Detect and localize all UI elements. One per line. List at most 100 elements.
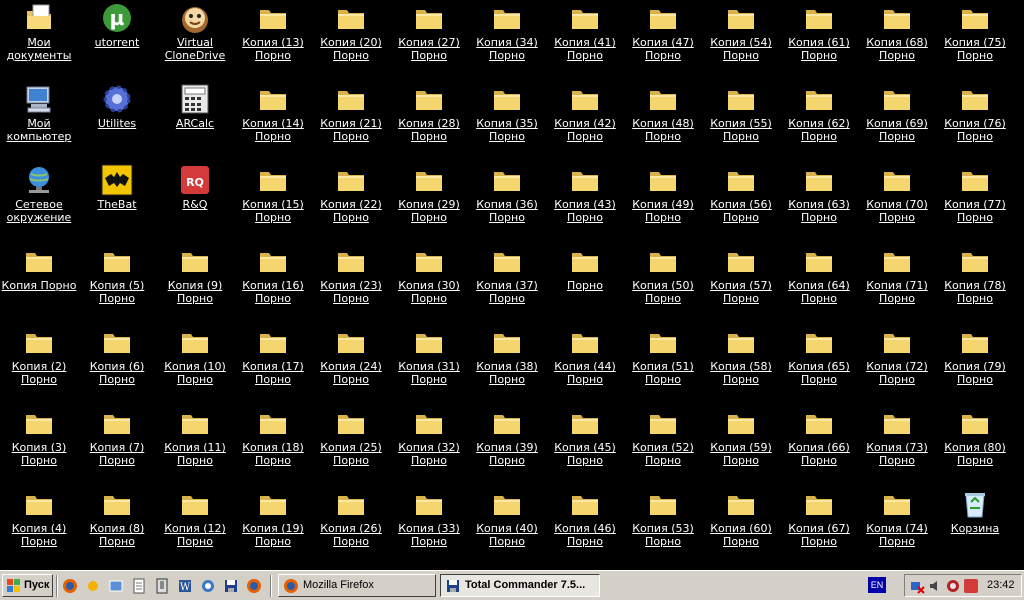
desktop-folder-icon[interactable]: Копия (16) Порно: [234, 243, 312, 317]
desktop-folder-icon[interactable]: Копия (26) Порно: [312, 486, 390, 560]
rq-icon[interactable]: [963, 578, 979, 594]
desktop-icon-rq[interactable]: RQ R&Q: [156, 162, 234, 236]
desktop-folder-icon[interactable]: Копия (27) Порно: [390, 0, 468, 74]
desktop-folder-icon[interactable]: Копия (7) Порно: [78, 405, 156, 479]
desktop-folder-icon[interactable]: Копия (74) Порно: [858, 486, 936, 560]
desktop-icon-recycle-bin[interactable]: Корзина: [936, 486, 1014, 560]
desktop-folder-icon[interactable]: Копия (56) Порно: [702, 162, 780, 236]
start-button[interactable]: Пуск: [2, 574, 53, 597]
desktop-folder-icon[interactable]: Копия (66) Порно: [780, 405, 858, 479]
desktop-folder-icon[interactable]: Копия (14) Порно: [234, 81, 312, 155]
desktop-folder-icon[interactable]: Копия (52) Порно: [624, 405, 702, 479]
quicklaunch-show-desktop-icon[interactable]: [108, 578, 124, 594]
quicklaunch-archive-icon[interactable]: [154, 578, 170, 594]
desktop-folder-icon[interactable]: Копия (29) Порно: [390, 162, 468, 236]
desktop-folder-icon[interactable]: Копия (80) Порно: [936, 405, 1014, 479]
desktop-folder-icon[interactable]: Порно: [546, 243, 624, 317]
desktop-folder-icon[interactable]: Копия (58) Порно: [702, 324, 780, 398]
volume-icon[interactable]: [927, 578, 943, 594]
desktop-icon-clonedrive[interactable]: Virtual CloneDrive: [156, 0, 234, 74]
clock[interactable]: 23:42: [987, 579, 1015, 591]
desktop-folder-icon[interactable]: Копия (47) Порно: [624, 0, 702, 74]
desktop-icon-my-documents[interactable]: Мои документы: [0, 0, 78, 74]
desktop-folder-icon[interactable]: Копия (39) Порно: [468, 405, 546, 479]
desktop-folder-icon[interactable]: Копия (50) Порно: [624, 243, 702, 317]
taskbar-button[interactable]: Mozilla Firefox: [278, 574, 436, 597]
taskbar-button[interactable]: Total Commander 7.5...: [440, 574, 600, 597]
desktop-folder-icon[interactable]: Копия (36) Порно: [468, 162, 546, 236]
desktop-folder-icon[interactable]: Копия (28) Порно: [390, 81, 468, 155]
desktop-folder-icon[interactable]: Копия (13) Порно: [234, 0, 312, 74]
desktop-folder-icon[interactable]: Копия (12) Порно: [156, 486, 234, 560]
desktop-folder-icon[interactable]: Копия (10) Порно: [156, 324, 234, 398]
quicklaunch-firefox-icon[interactable]: [246, 578, 262, 594]
desktop-folder-icon[interactable]: Копия (62) Порно: [780, 81, 858, 155]
desktop-folder-icon[interactable]: Копия (73) Порно: [858, 405, 936, 479]
desktop-folder-icon[interactable]: Копия (49) Порно: [624, 162, 702, 236]
desktop-folder-icon[interactable]: Копия (55) Порно: [702, 81, 780, 155]
desktop-folder-icon[interactable]: Копия (8) Порно: [78, 486, 156, 560]
desktop-icon-my-computer[interactable]: Мой компьютер: [0, 81, 78, 155]
desktop-folder-icon[interactable]: Копия (24) Порно: [312, 324, 390, 398]
desktop-folder-icon[interactable]: Копия (42) Порно: [546, 81, 624, 155]
network-disconnected-icon[interactable]: [909, 578, 925, 594]
desktop-folder-icon[interactable]: Копия (79) Порно: [936, 324, 1014, 398]
desktop-folder-icon[interactable]: Копия (53) Порно: [624, 486, 702, 560]
desktop-folder-icon[interactable]: Копия (20) Порно: [312, 0, 390, 74]
desktop-folder-icon[interactable]: Копия (63) Порно: [780, 162, 858, 236]
desktop-folder-icon[interactable]: Копия (41) Порно: [546, 0, 624, 74]
quicklaunch-word-icon[interactable]: W: [177, 578, 193, 594]
desktop-folder-icon[interactable]: Копия (48) Порно: [624, 81, 702, 155]
quicklaunch-save-icon[interactable]: [223, 578, 239, 594]
desktop-folder-icon[interactable]: Копия (22) Порно: [312, 162, 390, 236]
desktop-icon-utorrent[interactable]: µ utorrent: [78, 0, 156, 74]
desktop-folder-icon[interactable]: Копия (21) Порно: [312, 81, 390, 155]
desktop-folder-icon[interactable]: Копия (18) Порно: [234, 405, 312, 479]
desktop-icon-gear[interactable]: Utilites: [78, 81, 156, 155]
quicklaunch-notepad-icon[interactable]: [131, 578, 147, 594]
desktop-folder-icon[interactable]: Копия (23) Порно: [312, 243, 390, 317]
desktop-folder-icon[interactable]: Копия (54) Порно: [702, 0, 780, 74]
desktop-icon-network[interactable]: Сетевое окружение: [0, 162, 78, 236]
desktop-folder-icon[interactable]: Копия (69) Порно: [858, 81, 936, 155]
desktop-icon-calculator[interactable]: ARCalc: [156, 81, 234, 155]
desktop-folder-icon[interactable]: Копия (25) Порно: [312, 405, 390, 479]
desktop-folder-icon[interactable]: Копия (35) Порно: [468, 81, 546, 155]
quicklaunch-firefox-icon[interactable]: [62, 578, 78, 594]
desktop-folder-icon[interactable]: Копия (44) Порно: [546, 324, 624, 398]
desktop-folder-icon[interactable]: Копия (43) Порно: [546, 162, 624, 236]
desktop-folder-icon[interactable]: Копия Порно: [0, 243, 78, 317]
desktop-folder-icon[interactable]: Копия (78) Порно: [936, 243, 1014, 317]
desktop-folder-icon[interactable]: Копия (45) Порно: [546, 405, 624, 479]
desktop-folder-icon[interactable]: Копия (33) Порно: [390, 486, 468, 560]
desktop-folder-icon[interactable]: Копия (40) Порно: [468, 486, 546, 560]
desktop-folder-icon[interactable]: Копия (61) Порно: [780, 0, 858, 74]
language-indicator[interactable]: EN: [868, 577, 886, 593]
desktop-folder-icon[interactable]: Копия (2) Порно: [0, 324, 78, 398]
quicklaunch-weather-icon[interactable]: [85, 578, 101, 594]
desktop-folder-icon[interactable]: Копия (31) Порно: [390, 324, 468, 398]
desktop-folder-icon[interactable]: Копия (32) Порно: [390, 405, 468, 479]
desktop-folder-icon[interactable]: Копия (34) Порно: [468, 0, 546, 74]
desktop-folder-icon[interactable]: Копия (15) Порно: [234, 162, 312, 236]
desktop-folder-icon[interactable]: Копия (76) Порно: [936, 81, 1014, 155]
desktop-folder-icon[interactable]: Копия (77) Порно: [936, 162, 1014, 236]
desktop-folder-icon[interactable]: Копия (60) Порно: [702, 486, 780, 560]
desktop-folder-icon[interactable]: Копия (5) Порно: [78, 243, 156, 317]
desktop-folder-icon[interactable]: Копия (65) Порно: [780, 324, 858, 398]
desktop-folder-icon[interactable]: Копия (9) Порно: [156, 243, 234, 317]
desktop-folder-icon[interactable]: Копия (46) Порно: [546, 486, 624, 560]
desktop-folder-icon[interactable]: Копия (64) Порно: [780, 243, 858, 317]
desktop-folder-icon[interactable]: Копия (67) Порно: [780, 486, 858, 560]
desktop-folder-icon[interactable]: Копия (68) Порно: [858, 0, 936, 74]
desktop-folder-icon[interactable]: Копия (75) Порно: [936, 0, 1014, 74]
desktop-folder-icon[interactable]: Копия (51) Порно: [624, 324, 702, 398]
desktop-icon-thebat[interactable]: TheBat: [78, 162, 156, 236]
desktop-folder-icon[interactable]: Копия (4) Порно: [0, 486, 78, 560]
antivirus-icon[interactable]: [945, 578, 961, 594]
desktop-folder-icon[interactable]: Копия (30) Порно: [390, 243, 468, 317]
desktop-folder-icon[interactable]: Копия (72) Порно: [858, 324, 936, 398]
desktop-folder-icon[interactable]: Копия (11) Порно: [156, 405, 234, 479]
quicklaunch-network-tool-icon[interactable]: [200, 578, 216, 594]
desktop-folder-icon[interactable]: Копия (6) Порно: [78, 324, 156, 398]
